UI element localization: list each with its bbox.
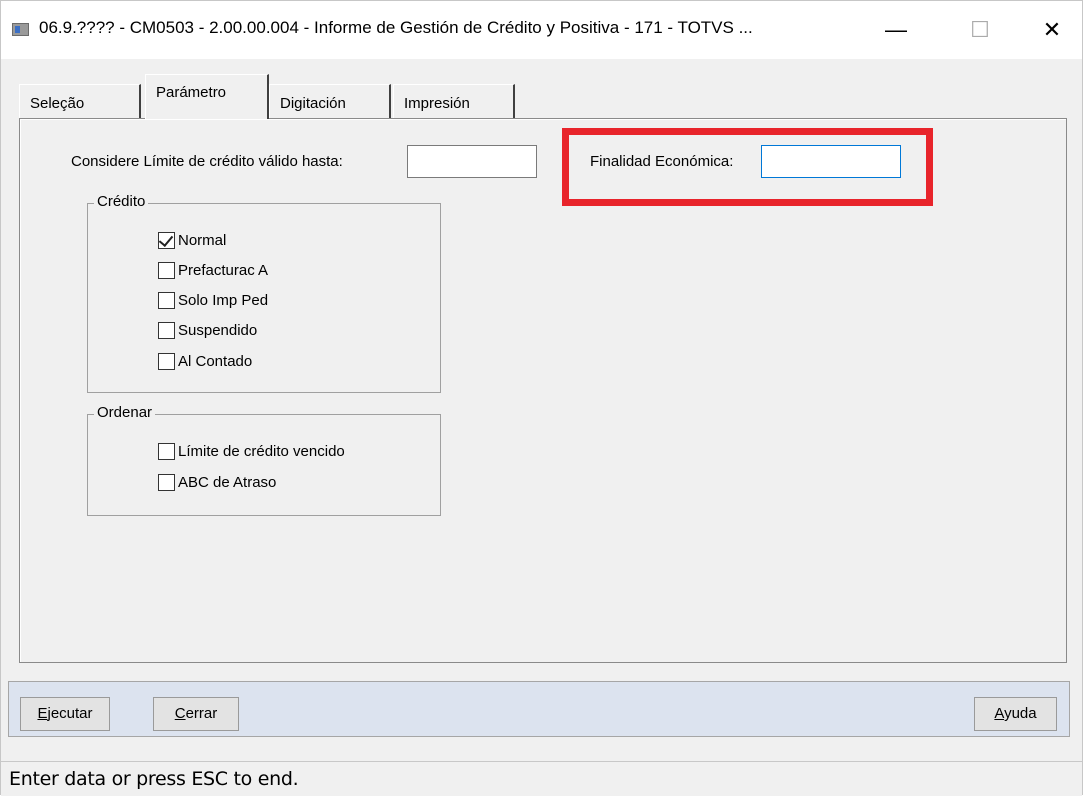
tab-label: Parámetro	[156, 84, 227, 101]
credit-limit-date-input[interactable]	[407, 145, 537, 178]
checkbox-box[interactable]	[158, 291, 175, 309]
button-label: yuda	[1004, 705, 1037, 722]
tab-parametro[interactable]: Parámetro	[145, 74, 269, 119]
tab-digitacion[interactable]: Digitación	[269, 84, 391, 120]
checkbox-normal[interactable]: Normal	[158, 229, 226, 251]
mnemonic: C	[174, 705, 186, 722]
checkbox-limite-vencido[interactable]: Límite de crédito vencido	[158, 440, 345, 462]
checkbox-label: Al Contado	[178, 352, 253, 370]
ordenar-group-title: Ordenar	[94, 404, 156, 421]
status-bar: Enter data or press ESC to end.	[1, 761, 1082, 796]
execute-button[interactable]: Ejecutar	[20, 697, 110, 731]
window-title: 06.9.???? - CM0503 - 2.00.00.004 - Infor…	[39, 18, 753, 37]
title-bar: 06.9.???? - CM0503 - 2.00.00.004 - Infor…	[1, 1, 1082, 59]
ordenar-groupbox	[87, 414, 441, 516]
help-button[interactable]: Ayuda	[974, 697, 1057, 731]
mnemonic: E	[37, 705, 48, 722]
app-window: 06.9.???? - CM0503 - 2.00.00.004 - Infor…	[0, 0, 1083, 796]
checkbox-label: Límite de crédito vencido	[178, 442, 345, 460]
checkbox-label: Suspendido	[178, 321, 258, 339]
button-label: jecutar	[47, 705, 93, 722]
checkbox-label: Normal	[178, 231, 227, 249]
checkbox-box[interactable]	[158, 231, 175, 249]
highlight-box	[562, 128, 933, 206]
credit-limit-label: Considere Límite de crédito válido hasta…	[71, 153, 343, 170]
checkbox-solo-imp-ped[interactable]: Solo Imp Ped	[158, 289, 268, 311]
tab-label: Seleção	[30, 95, 85, 112]
checkbox-abc-atraso[interactable]: ABC de Atraso	[158, 471, 276, 493]
checkbox-box[interactable]	[158, 352, 175, 370]
button-label: errar	[185, 705, 218, 722]
tab-label: Digitación	[280, 95, 346, 112]
checkbox-label: ABC de Atraso	[178, 473, 277, 491]
minimize-button[interactable]: —	[867, 1, 925, 59]
checkmark-icon	[158, 231, 174, 247]
status-message: Enter data or press ESC to end.	[9, 768, 299, 790]
checkbox-box[interactable]	[158, 321, 175, 339]
checkbox-box[interactable]	[158, 473, 175, 491]
app-icon[interactable]	[12, 23, 29, 36]
tab-selecao[interactable]: Seleção	[19, 84, 141, 120]
checkbox-label: Prefacturac A	[178, 261, 269, 279]
close-window-button[interactable]: ✕	[1023, 1, 1081, 59]
checkbox-label: Solo Imp Ped	[178, 291, 269, 309]
mnemonic: A	[994, 705, 1005, 722]
checkbox-box[interactable]	[158, 261, 175, 279]
close-button[interactable]: Cerrar	[153, 697, 239, 731]
checkbox-suspendido[interactable]: Suspendido	[158, 319, 257, 341]
tab-impresion[interactable]: Impresión	[393, 84, 515, 120]
checkbox-al-contado[interactable]: Al Contado	[158, 350, 252, 372]
checkbox-prefacturac[interactable]: Prefacturac A	[158, 259, 268, 281]
credito-group-title: Crédito	[94, 193, 149, 210]
tab-label: Impresión	[404, 95, 470, 112]
button-bar: Ejecutar Cerrar Ayuda	[8, 681, 1070, 737]
checkbox-box[interactable]	[158, 442, 175, 460]
maximize-button[interactable]: ☐	[951, 1, 1009, 59]
